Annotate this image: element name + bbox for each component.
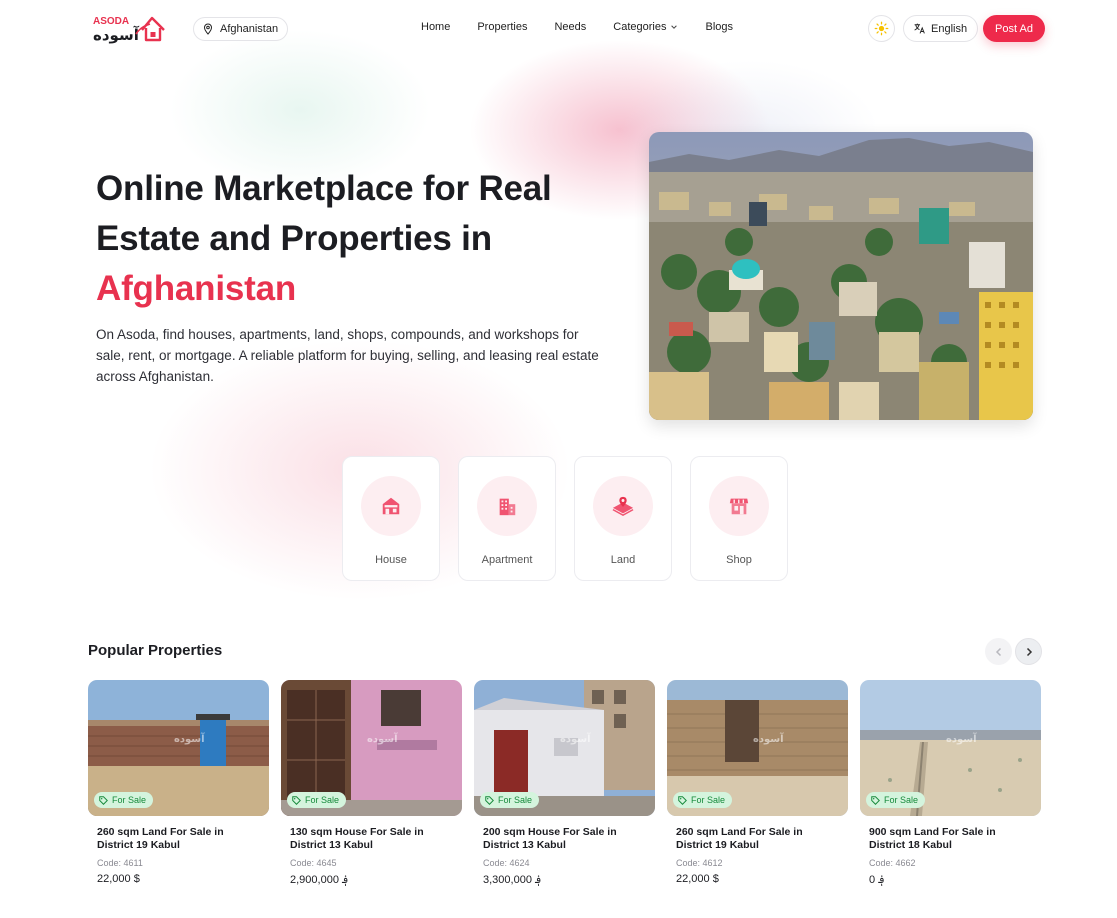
nav-categories-label: Categories bbox=[613, 21, 667, 33]
shop-icon bbox=[729, 498, 749, 515]
popular-properties-title: Popular Properties bbox=[88, 642, 223, 659]
property-card[interactable]: آسوده For Sale 900 sqm Land For Sale in … bbox=[860, 680, 1041, 886]
location-selector[interactable]: Afghanistan bbox=[193, 17, 289, 41]
hero-title-line2: Estate and Properties in bbox=[96, 219, 492, 258]
category-land-label: Land bbox=[610, 554, 636, 566]
hero-description: On Asoda, find houses, apartments, land,… bbox=[96, 327, 599, 384]
category-land[interactable]: Land bbox=[574, 456, 672, 581]
category-shop-label: Shop bbox=[726, 554, 752, 566]
land-icon bbox=[612, 496, 634, 517]
hero-title-line1: Online Marketplace for Real bbox=[96, 169, 552, 208]
badge-label: For Sale bbox=[691, 795, 726, 805]
category-apartment-circle bbox=[477, 476, 537, 536]
property-code: Code: 4645 bbox=[290, 858, 337, 868]
watermark-logo: آسوده bbox=[946, 734, 977, 745]
logo-text-fa: آسوده bbox=[93, 26, 140, 44]
category-list: House Apartment Land Shop bbox=[342, 456, 788, 581]
category-house-circle bbox=[361, 476, 421, 536]
house-icon bbox=[382, 497, 400, 515]
badge-label: For Sale bbox=[112, 795, 147, 805]
category-land-circle bbox=[593, 476, 653, 536]
property-carousel: آسوده For Sale 260 sqm Land For Sale in … bbox=[88, 680, 1041, 886]
watermark-logo: آسوده bbox=[367, 734, 398, 745]
nav-blogs[interactable]: Blogs bbox=[705, 21, 733, 33]
nav-home[interactable]: Home bbox=[421, 21, 450, 33]
property-card[interactable]: آسوده For Sale 260 sqm Land For Sale in … bbox=[667, 680, 848, 886]
chevron-right-icon bbox=[1026, 647, 1032, 656]
carousel-prev-button[interactable] bbox=[985, 638, 1012, 665]
chevron-left-icon bbox=[995, 647, 1001, 656]
language-label: English bbox=[931, 22, 968, 35]
nav-needs[interactable]: Needs bbox=[554, 21, 586, 33]
category-house[interactable]: House bbox=[342, 456, 440, 581]
property-price: 22,000 $ bbox=[97, 873, 140, 885]
language-selector[interactable]: English bbox=[903, 15, 979, 42]
property-card[interactable]: آسوده For Sale 260 sqm Land For Sale in … bbox=[88, 680, 269, 886]
property-card[interactable]: آسوده For Sale 200 sqm House For Sale in… bbox=[474, 680, 655, 886]
category-shop-circle bbox=[709, 476, 769, 536]
property-code: Code: 4612 bbox=[676, 858, 723, 868]
property-title: 260 sqm Land For Sale in District 19 Kab… bbox=[97, 826, 224, 851]
tag-icon bbox=[99, 795, 108, 805]
property-photo: آسوده For Sale bbox=[88, 680, 269, 816]
property-code: Code: 4662 bbox=[869, 858, 916, 868]
category-house-label: House bbox=[375, 554, 407, 566]
post-ad-button[interactable]: Post Ad bbox=[983, 15, 1045, 42]
for-sale-badge: For Sale bbox=[94, 792, 154, 808]
property-price: 3,300,000 ؋ bbox=[483, 874, 542, 886]
apartment-icon bbox=[499, 498, 516, 516]
header: ASODA آسوده Afghanistan Home Properties … bbox=[0, 0, 1117, 58]
property-card[interactable]: آسوده For Sale 130 sqm House For Sale in… bbox=[281, 680, 462, 886]
tag-icon bbox=[871, 795, 880, 805]
category-shop[interactable]: Shop bbox=[690, 456, 788, 581]
property-code: Code: 4611 bbox=[97, 858, 143, 868]
carousel-next-button[interactable] bbox=[1015, 638, 1042, 665]
for-sale-badge: For Sale bbox=[287, 792, 347, 808]
for-sale-badge: For Sale bbox=[866, 792, 926, 808]
watermark-logo: آسوده bbox=[560, 734, 591, 745]
property-price: 22,000 $ bbox=[676, 873, 719, 885]
for-sale-badge: For Sale bbox=[480, 792, 540, 808]
watermark-logo: آسوده bbox=[753, 734, 784, 745]
chevron-down-icon bbox=[671, 25, 678, 29]
location-pin-icon bbox=[203, 23, 213, 35]
badge-label: For Sale bbox=[884, 795, 919, 805]
property-title: 200 sqm House For Sale in District 13 Ka… bbox=[483, 826, 617, 851]
property-photo: آسوده For Sale bbox=[281, 680, 462, 816]
watermark-logo: آسوده bbox=[174, 734, 205, 745]
property-photo: آسوده For Sale bbox=[860, 680, 1041, 816]
tag-icon bbox=[678, 795, 687, 805]
tag-icon bbox=[292, 795, 301, 805]
badge-label: For Sale bbox=[498, 795, 533, 805]
property-photo: آسوده For Sale bbox=[474, 680, 655, 816]
location-label: Afghanistan bbox=[220, 23, 279, 35]
property-photo: آسوده For Sale bbox=[667, 680, 848, 816]
hero-title-accent: Afghanistan bbox=[96, 269, 297, 308]
logo[interactable]: ASODA آسوده bbox=[92, 12, 168, 44]
translate-icon bbox=[914, 23, 925, 34]
category-apartment-label: Apartment bbox=[481, 554, 533, 566]
category-apartment[interactable]: Apartment bbox=[458, 456, 556, 581]
property-title: 260 sqm Land For Sale in District 19 Kab… bbox=[676, 826, 803, 851]
nav-categories[interactable]: Categories bbox=[613, 21, 678, 33]
main-nav: Home Properties Needs Categories Blogs bbox=[421, 21, 733, 33]
for-sale-badge: For Sale bbox=[673, 792, 733, 808]
property-title: 130 sqm House For Sale in District 13 Ka… bbox=[290, 826, 424, 851]
property-price: 0 ؋ bbox=[869, 874, 885, 886]
tag-icon bbox=[485, 795, 494, 805]
theme-toggle-button[interactable] bbox=[868, 15, 895, 42]
nav-properties[interactable]: Properties bbox=[477, 21, 527, 33]
property-title: 900 sqm Land For Sale in District 18 Kab… bbox=[869, 826, 996, 851]
property-code: Code: 4624 bbox=[483, 858, 530, 868]
hero-city-photo bbox=[649, 132, 1033, 420]
property-price: 2,900,000 ؋ bbox=[290, 874, 349, 886]
sun-icon bbox=[874, 21, 889, 36]
hero-title: Online Marketplace for Real Estate and P… bbox=[96, 164, 636, 314]
badge-label: For Sale bbox=[305, 795, 340, 805]
